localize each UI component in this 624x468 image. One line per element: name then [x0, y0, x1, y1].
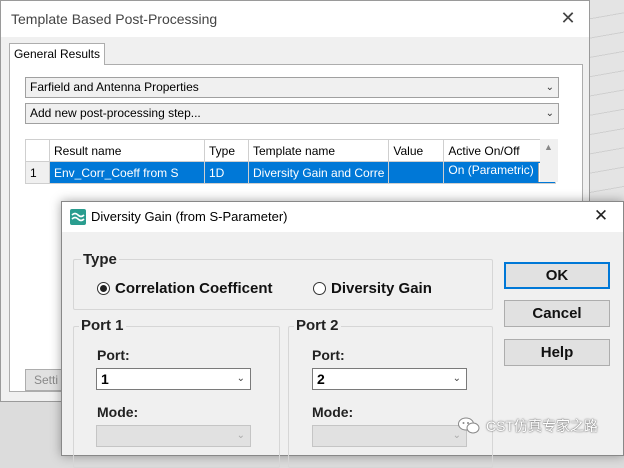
port1-mode-label: Mode:: [97, 404, 139, 420]
port2-port-label: Port:: [312, 347, 345, 363]
title-bar: Template Based Post-Processing ✕: [1, 1, 589, 37]
radio-diversity-label: Diversity Gain: [331, 280, 432, 297]
wechat-icon: [458, 417, 480, 434]
grid-header-value[interactable]: Value: [388, 139, 445, 162]
port1-port-select[interactable]: 1 ⌄: [96, 368, 251, 390]
grid-header-template-name[interactable]: Template name: [247, 139, 390, 162]
port2-port-value: 2: [317, 371, 325, 387]
scroll-up-icon[interactable]: ▲: [544, 142, 553, 152]
port2-port-select[interactable]: 2 ⌄: [312, 368, 467, 390]
radio-correlation-label: Correlation Coefficent: [115, 280, 273, 297]
chevron-down-icon: ⌄: [236, 430, 245, 441]
port2-mode-label: Mode:: [312, 404, 354, 420]
close-icon[interactable]: ✕: [591, 206, 611, 226]
port2-mode-select: ⌄: [312, 425, 467, 447]
chevron-down-icon: ⌄: [452, 373, 461, 384]
active-value: On (Parametric): [448, 163, 534, 177]
radio-unselected-icon[interactable]: [313, 282, 326, 295]
grid-scrollbar[interactable]: ▲: [540, 139, 558, 182]
dialog-title-bar: Diversity Gain (from S-Parameter) ✕: [62, 202, 623, 232]
cell-result-name[interactable]: Env_Corr_Coeff from S: [49, 161, 205, 184]
add-step-value: Add new post-processing step...: [30, 106, 201, 120]
cancel-button[interactable]: Cancel: [504, 300, 610, 327]
results-grid: Result name Type Template name Value Act…: [25, 139, 563, 184]
tab-general-results[interactable]: General Results: [9, 43, 105, 65]
cell-value[interactable]: [388, 161, 445, 184]
cell-template-name[interactable]: Diversity Gain and Corre: [247, 161, 390, 184]
dialog-title: Diversity Gain (from S-Parameter): [91, 209, 288, 224]
row-number: 1: [25, 161, 50, 184]
help-button[interactable]: Help: [504, 339, 610, 366]
grid-header-rownum: [25, 139, 50, 162]
chevron-down-icon: ⌄: [236, 373, 245, 384]
grid-header-row: Result name Type Template name Value Act…: [25, 139, 557, 162]
watermark: CST仿真专家之路: [458, 416, 598, 436]
wave-app-icon: [70, 209, 86, 225]
radio-selected-icon[interactable]: [97, 282, 110, 295]
result-category-value: Farfield and Antenna Properties: [30, 80, 199, 94]
ok-button[interactable]: OK: [504, 262, 610, 289]
chevron-down-icon: ⌄: [545, 108, 554, 119]
close-icon[interactable]: ✕: [557, 7, 579, 29]
port1-port-label: Port:: [97, 347, 130, 363]
port1-port-value: 1: [101, 371, 109, 387]
window-title: Template Based Post-Processing: [11, 11, 218, 27]
type-group-title: Type: [81, 251, 119, 268]
grid-header-type[interactable]: Type: [204, 139, 249, 162]
radio-correlation-coefficient[interactable]: Correlation Coefficent: [97, 280, 273, 297]
radio-diversity-gain[interactable]: Diversity Gain: [313, 280, 432, 297]
grid-header-result-name[interactable]: Result name: [49, 139, 205, 162]
watermark-text: CST仿真专家之路: [486, 418, 598, 434]
chevron-down-icon: ⌄: [545, 82, 554, 93]
port2-group-title: Port 2: [294, 317, 341, 334]
add-step-combo[interactable]: Add new post-processing step... ⌄: [25, 103, 559, 124]
table-row[interactable]: 1 Env_Corr_Coeff from S 1D Diversity Gai…: [25, 161, 557, 184]
port1-group-title: Port 1: [79, 317, 126, 334]
result-category-combo[interactable]: Farfield and Antenna Properties ⌄: [25, 77, 559, 98]
port1-mode-select: ⌄: [96, 425, 251, 447]
cell-type[interactable]: 1D: [204, 161, 249, 184]
